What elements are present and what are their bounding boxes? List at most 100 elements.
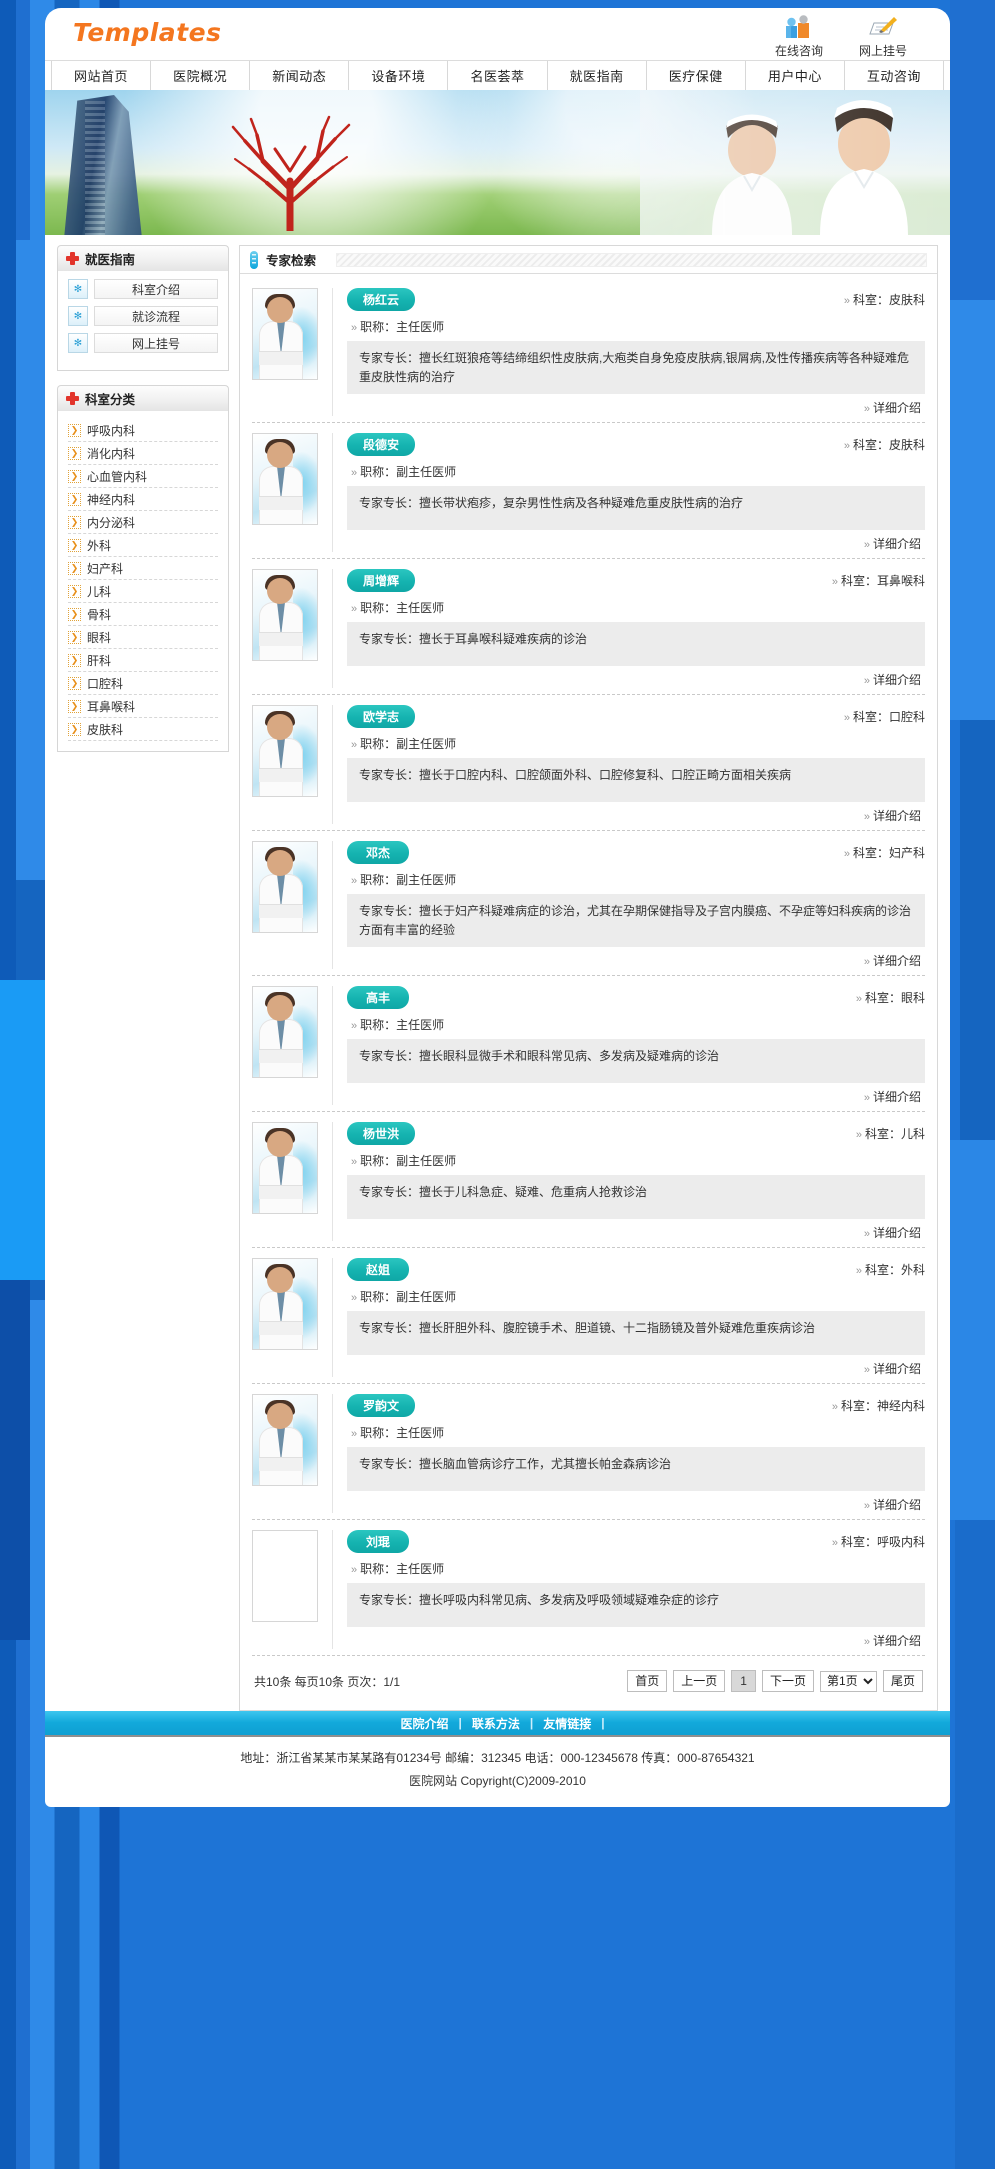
doctor-name-badge[interactable]: 段德安 xyxy=(347,433,416,457)
nav-item-experts[interactable]: 名医荟萃 xyxy=(448,61,548,90)
nav-item-about[interactable]: 医院概况 xyxy=(151,61,251,90)
doctor-specialty: 专家专长：擅长脑血管病诊疗工作，尤其擅长帕金森病诊治 xyxy=(347,1447,925,1492)
online-consult-tool[interactable]: 在线咨询 xyxy=(768,12,830,59)
sidebar-item-dept-intro[interactable]: ✻ 科室介绍 xyxy=(68,279,218,299)
sidebar-item-dept-10[interactable]: ❯ 肝科 xyxy=(68,649,218,672)
doctor-detail-link[interactable]: » 详细介绍 xyxy=(347,802,925,824)
doctor-photo[interactable] xyxy=(252,288,318,380)
online-register-label: 网上挂号 xyxy=(858,44,907,58)
doctor-photo[interactable] xyxy=(252,1258,318,1351)
doctor-photo[interactable] xyxy=(252,433,318,526)
doctor-name-badge[interactable]: 赵姐 xyxy=(347,1258,409,1282)
doctor-info: 赵姐 » 科室：外科 » 职称：副主任医师 专家专长：擅长肝胆外科、腹腔镜手术、胆道… xyxy=(332,1258,925,1378)
sidebar-item-dept-1[interactable]: ❯ 消化内科 xyxy=(68,442,218,465)
site-logo[interactable]: Templates xyxy=(73,18,221,47)
next-page-button[interactable]: 下一页 xyxy=(761,1670,814,1693)
doctor-name-badge[interactable]: 罗韵文 xyxy=(347,1394,416,1418)
chevron-icon: » xyxy=(351,875,358,888)
nav-item-home[interactable]: 网站首页 xyxy=(51,61,152,90)
doctor-department-text: 科室：口腔科 xyxy=(852,710,925,725)
footer-link-contact[interactable]: 联系方法 xyxy=(462,1715,530,1732)
doctor-title: » 职称：主任医师 xyxy=(351,1560,925,1577)
sidebar-item-online-register[interactable]: ✻ 网上挂号 xyxy=(68,333,218,353)
doctor-photo[interactable] xyxy=(252,1530,318,1623)
chevron-right-icon: ❯ xyxy=(68,538,81,552)
doctor-detail-link[interactable]: » 详细介绍 xyxy=(347,1083,925,1105)
nav-item-interactive[interactable]: 互动咨询 xyxy=(845,61,944,90)
nav-item-guide[interactable]: 就医指南 xyxy=(548,61,647,90)
detail-link-label: 详细介绍 xyxy=(872,537,921,552)
doctor-name-badge[interactable]: 高丰 xyxy=(347,986,409,1010)
doctor-name-badge[interactable]: 刘琨 xyxy=(347,1530,409,1554)
nav-item-news[interactable]: 新闻动态 xyxy=(250,61,350,90)
sidebar-item-dept-13[interactable]: ❯ 皮肤科 xyxy=(68,718,218,741)
sidebar-item-dept-0[interactable]: ❯ 呼吸内科 xyxy=(68,419,218,442)
chevron-right-icon: ❯ xyxy=(68,515,81,529)
sidebar-item-dept-11[interactable]: ❯ 口腔科 xyxy=(68,672,218,695)
doctor-name-badge[interactable]: 邓杰 xyxy=(347,841,409,865)
sidebar-item-dept-2[interactable]: ❯ 心血管内科 xyxy=(68,465,218,488)
chevron-icon: » xyxy=(351,603,358,616)
page-title: 专家检索 xyxy=(266,254,317,268)
doctor-photo[interactable] xyxy=(252,1394,318,1487)
dept-panel-body: ❯ 呼吸内科 ❯ 消化内科 ❯ 心血管内科 ❯ 神经内科 ❯ 内分泌科 ❯ 外科… xyxy=(57,411,229,752)
chevron-right-icon: ❯ xyxy=(68,607,81,621)
sidebar-item-dept-4[interactable]: ❯ 内分泌科 xyxy=(68,511,218,534)
doctor-detail-link[interactable]: » 详细介绍 xyxy=(347,1627,925,1649)
doctor-title: » 职称：主任医师 xyxy=(351,318,925,335)
doctor-detail-link[interactable]: » 详细介绍 xyxy=(347,530,925,552)
doctor-detail-link[interactable]: » 详细介绍 xyxy=(347,1491,925,1513)
page-select[interactable]: 第1页 xyxy=(819,1670,877,1692)
doctor-department: » 科室：妇产科 xyxy=(844,841,925,861)
doctor-name-badge[interactable]: 周增辉 xyxy=(347,569,416,593)
chevron-icon: » xyxy=(863,1636,870,1649)
doctor-photo[interactable] xyxy=(252,1122,318,1215)
nav-item-healthcare[interactable]: 医疗保健 xyxy=(647,61,746,90)
sidebar-item-dept-7[interactable]: ❯ 儿科 xyxy=(68,580,218,603)
sidebar-item-dept-8[interactable]: ❯ 骨科 xyxy=(68,603,218,626)
doctor-name-badge[interactable]: 杨世洪 xyxy=(347,1122,416,1146)
doctor-name-badge[interactable]: 杨红云 xyxy=(347,288,416,311)
sidebar-item-dept-9[interactable]: ❯ 眼科 xyxy=(68,626,218,649)
doctor-detail-link[interactable]: » 详细介绍 xyxy=(347,1219,925,1241)
doctor-detail-link[interactable]: » 详细介绍 xyxy=(347,947,925,969)
sidebar-item-dept-3[interactable]: ❯ 神经内科 xyxy=(68,488,218,511)
doctor-department-text: 科室：神经内科 xyxy=(840,1399,925,1414)
detail-link-label: 详细介绍 xyxy=(872,1226,921,1241)
last-page-button[interactable]: 尾页 xyxy=(882,1670,923,1693)
doctor-detail-link[interactable]: » 详细介绍 xyxy=(347,666,925,688)
sidebar: 就医指南 ✻ 科室介绍 ✻ 就诊流程 ✻ 网上挂号 科室分类 ❯ 呼吸内科 ❯ … xyxy=(57,245,229,1711)
online-register-tool[interactable]: 网上挂号 xyxy=(852,12,914,59)
consult-people-icon xyxy=(768,12,830,40)
main-panel-header: 专家检索 xyxy=(240,246,937,274)
hero-banner xyxy=(45,90,950,235)
doctor-row: 杨红云 » 科室：皮肤科 » 职称：主任医师 专家专长：擅长红斑狼疮等结缔组织性皮肤… xyxy=(252,278,925,424)
guide-panel-header: 就医指南 xyxy=(57,245,229,271)
prev-page-button[interactable]: 上一页 xyxy=(673,1670,726,1693)
sidebar-item-dept-12[interactable]: ❯ 耳鼻喉科 xyxy=(68,695,218,718)
nav-item-usercenter[interactable]: 用户中心 xyxy=(746,61,845,90)
dept-label: 肝科 xyxy=(87,653,112,668)
doctor-photo[interactable] xyxy=(252,986,318,1079)
doctor-photo[interactable] xyxy=(252,569,318,662)
doctor-specialty: 专家专长：擅长于儿科急症、疑难、危重病人抢救诊治 xyxy=(347,1175,925,1220)
chevron-icon: » xyxy=(831,1401,838,1414)
first-page-button[interactable]: 首页 xyxy=(627,1670,668,1693)
footer-link-hospital-intro[interactable]: 医院介绍 xyxy=(390,1715,458,1732)
doctor-detail-link[interactable]: » 详细介绍 xyxy=(347,1355,925,1377)
nav-item-equipment[interactable]: 设备环境 xyxy=(349,61,449,90)
red-cross-icon xyxy=(66,252,79,265)
doctor-photo[interactable] xyxy=(252,705,318,798)
doctor-specialty: 专家专长：擅长呼吸内科常见病、多发病及呼吸领域疑难杂症的诊疗 xyxy=(347,1583,925,1628)
sidebar-item-dept-6[interactable]: ❯ 妇产科 xyxy=(68,557,218,580)
chevron-right-icon: ❯ xyxy=(68,676,81,690)
doctor-detail-link[interactable]: » 详细介绍 xyxy=(347,394,925,416)
doctor-photo[interactable] xyxy=(252,841,318,934)
doctor-department-text: 科室：皮肤科 xyxy=(852,293,925,307)
sidebar-item-visit-process[interactable]: ✻ 就诊流程 xyxy=(68,306,218,326)
doctor-title-text: 职称：主任医师 xyxy=(360,601,445,616)
doctor-name-badge[interactable]: 欧学志 xyxy=(347,705,416,729)
chevron-right-icon: ❯ xyxy=(68,722,81,736)
footer-link-friendly-links[interactable]: 友情链接 xyxy=(533,1715,601,1732)
sidebar-item-dept-5[interactable]: ❯ 外科 xyxy=(68,534,218,557)
